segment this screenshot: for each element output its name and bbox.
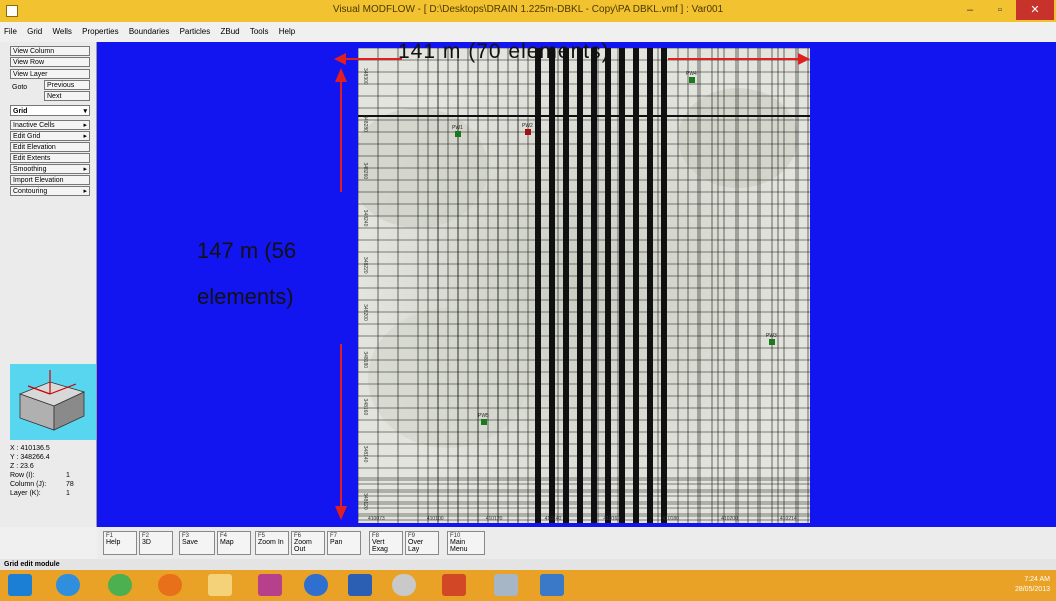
f10-label: Main Menu [450,539,468,553]
menu-wells[interactable]: Wells [48,22,75,42]
f3-save-button[interactable]: F3 Save [179,531,215,555]
internet-explorer-icon[interactable] [56,574,80,596]
goto-label: Goto [12,84,28,91]
row-value: 1 [66,472,70,479]
f8-vert-exag-button[interactable]: F8 Vert Exag [369,531,403,555]
file-explorer-icon[interactable] [208,574,232,596]
function-key-bar: F1 Help F2 3D F3 Save F4 Map F5 Zoom In F6 Zoo… [97,527,1056,559]
vertical-dimension-label-line2: elements) [197,284,294,309]
f10-main-menu-button[interactable]: F10 Main Menu [447,531,485,555]
status-bar: Grid edit module [0,559,1056,570]
app-icon-gray[interactable] [392,574,416,596]
row-label: Row (I): [10,472,35,479]
menu-help[interactable]: Help [275,22,299,42]
f7-pan-button[interactable]: F7 Pan [327,531,361,555]
column-value: 78 [66,481,74,488]
column-label: Column (J): [10,481,47,488]
coordinate-readout: X : 410136.5 Y : 348266.4 Z : 23.6 Row (… [10,444,96,498]
view-row-button[interactable]: View Row [10,57,90,67]
dimension-annotations [334,53,810,520]
window-title: Visual MODFLOW - [ D:\Desktops\DRAIN 1.2… [332,4,724,15]
arrow-right-head [798,53,810,65]
edit-grid-button[interactable]: Edit Grid [10,131,90,141]
menu-particles[interactable]: Particles [176,22,215,42]
windows-taskbar: 7:24 AM 28/05/2013 [0,570,1056,601]
modflow-taskbar-icon[interactable] [540,574,564,596]
powerpoint-icon[interactable] [442,574,466,596]
menu-boundaries[interactable]: Boundaries [125,22,173,42]
media-app-icon[interactable] [258,574,282,596]
f4-map-button[interactable]: F4 Map [217,531,251,555]
clock-time: 7:24 AM [1024,576,1050,583]
chrome-icon[interactable] [108,574,132,596]
f2-label: 3D [142,539,151,546]
f6-zoom-out-button[interactable]: F6 Zoom Out [291,531,325,555]
f3-label: Save [182,539,198,546]
start-icon[interactable] [8,574,32,596]
f5-zoom-in-button[interactable]: F5 Zoom In [255,531,289,555]
edit-extents-button[interactable]: Edit Extents [10,153,90,163]
title-bar: Visual MODFLOW - [ D:\Desktops\DRAIN 1.2… [0,0,1056,22]
z-label: Z : [10,463,19,470]
close-button[interactable]: ✕ [1016,0,1054,20]
f9-label: Over Lay [408,539,424,553]
firefox-icon[interactable] [158,574,182,596]
f5-label: Zoom In [258,539,284,546]
menu-grid[interactable]: Grid [23,22,46,42]
cube-icon [18,370,86,431]
menu-file[interactable]: File [0,22,21,42]
y-label: Y : [10,454,19,461]
layer-label: Layer (K): [10,490,41,497]
arrow-up-head [335,68,347,82]
next-button[interactable]: Next [44,91,90,101]
menu-properties[interactable]: Properties [78,22,122,42]
browser-icon[interactable] [304,574,328,596]
vertical-dimension-label-line1: 147 m (56 [197,238,297,263]
system-clock[interactable]: 7:24 AM 28/05/2013 [1015,575,1050,595]
f6-label: Zoom Out [294,539,312,553]
edit-elevation-button[interactable]: Edit Elevation [10,142,90,152]
view-layer-button[interactable]: View Layer [10,69,90,79]
smoothing-button[interactable]: Smoothing [10,164,90,174]
inactive-cells-button[interactable]: Inactive Cells [10,120,90,130]
notepad-icon[interactable] [494,574,518,596]
arrow-down-head [335,506,347,520]
f1-label: Help [106,539,121,546]
chevron-down-icon: ▾ [83,108,87,115]
f8-label: Vert Exag [372,539,388,553]
f2-3d-button[interactable]: F2 3D [139,531,173,555]
f4-label: Map [220,539,234,546]
view-column-button[interactable]: View Column [10,46,90,56]
y-value: 348266.4 [20,454,50,461]
grid-select-value: Grid [13,108,28,115]
import-elevation-button[interactable]: Import Elevation [10,175,90,185]
f9-overlay-button[interactable]: F9 Over Lay [405,531,439,555]
maximize-button[interactable]: ▫ [986,0,1014,20]
horizontal-dimension-label: 141 m (70 elements) [398,40,610,63]
x-value: 410136.5 [20,445,50,452]
minimize-button[interactable]: – [956,0,984,20]
z-value: 23.6 [20,463,34,470]
menu-bar: File Grid Wells Properties Boundaries Pa… [0,22,1056,42]
word-icon[interactable] [348,574,372,596]
x-label: X : [10,445,19,452]
menu-tools[interactable]: Tools [246,22,273,42]
clock-date: 28/05/2013 [1014,586,1050,593]
contouring-button[interactable]: Contouring [10,186,90,196]
arrow-left-head [334,53,346,65]
grid-select[interactable]: Grid ▾ [10,105,90,116]
3d-orientation-cube[interactable] [10,364,96,440]
previous-button[interactable]: Previous [44,80,90,90]
f1-help-button[interactable]: F1 Help [103,531,137,555]
f7-label: Pan [330,539,343,546]
layer-value: 1 [66,490,70,497]
menu-zbud[interactable]: ZBud [216,22,243,42]
